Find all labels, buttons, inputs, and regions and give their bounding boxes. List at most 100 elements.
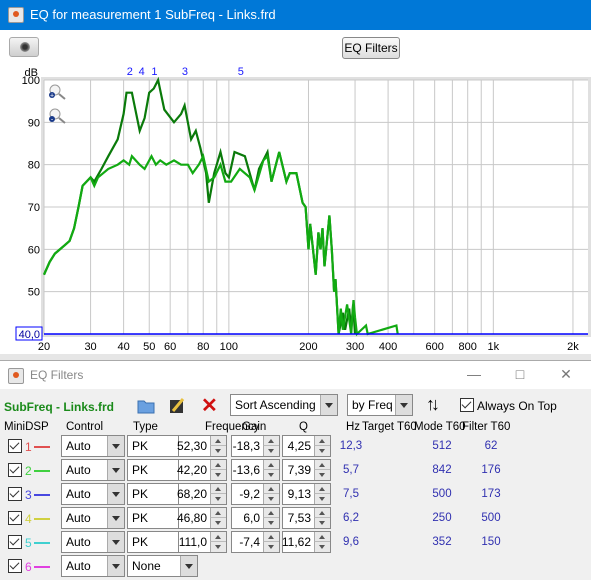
spinner-up-icon[interactable]: [210, 436, 226, 446]
spinner-up-icon[interactable]: [263, 436, 279, 446]
spinner-up-icon[interactable]: [314, 484, 330, 494]
q-spinner[interactable]: 4,25: [282, 435, 331, 457]
frequency-response-chart[interactable]: 100908070605040,0dB20 30 40 50 60 80 100 200 300…: [0, 60, 591, 354]
control-select[interactable]: Auto: [61, 435, 125, 457]
eq-filters-title: EQ Filters: [30, 368, 84, 382]
spinner-up-icon[interactable]: [314, 460, 330, 470]
spinner-up-icon[interactable]: [210, 484, 226, 494]
spinner-up-icon[interactable]: [210, 460, 226, 470]
type-select[interactable]: None: [127, 555, 198, 577]
y-axis-label: dB: [25, 67, 38, 79]
spinner-down-icon[interactable]: [314, 518, 330, 528]
spinner-down-icon[interactable]: [210, 446, 226, 456]
sort-icon[interactable]: ↑↓: [426, 394, 440, 415]
close-button[interactable]: ✕: [558, 366, 574, 382]
frequency-spinner[interactable]: 111,0: [178, 531, 227, 553]
frequency-spinner[interactable]: 42,20: [177, 459, 227, 481]
frequency-spinner[interactable]: 52,30: [177, 435, 227, 457]
mode-t60-value: 842: [432, 464, 452, 476]
filter-enabled-checkbox[interactable]: [8, 487, 22, 501]
y-tick-label: 80: [28, 160, 40, 172]
filter-marker: 4: [139, 66, 145, 78]
x-tick-label: 800: [459, 341, 477, 353]
control-select[interactable]: Auto: [61, 507, 125, 529]
control-select[interactable]: Auto: [61, 531, 125, 553]
frequency-spinner-value: 68,20: [176, 487, 207, 501]
edit-icon[interactable]: [169, 397, 185, 415]
spinner-down-icon[interactable]: [314, 470, 330, 480]
sort-order-select[interactable]: Sort Ascending: [230, 394, 338, 416]
spinner-up-icon[interactable]: [314, 508, 330, 518]
type-value: PK: [132, 487, 149, 501]
gain-spinner[interactable]: -9,2: [231, 483, 280, 505]
gain-spinner[interactable]: -13,6: [231, 459, 280, 481]
spinner-up-icon[interactable]: [263, 460, 279, 470]
spinner-down-icon[interactable]: [210, 518, 226, 528]
filter-enabled-checkbox[interactable]: [8, 439, 22, 453]
spinner-up-icon[interactable]: [314, 436, 330, 446]
control-select[interactable]: Auto: [61, 555, 125, 577]
x-tick-label: 300: [346, 341, 364, 353]
spinner-down-icon[interactable]: [210, 470, 226, 480]
filter-enabled-checkbox[interactable]: [8, 463, 22, 477]
q-spinner[interactable]: 9,13: [282, 483, 331, 505]
spinner-down-icon[interactable]: [263, 518, 279, 528]
frequency-spinner[interactable]: 46,80: [177, 507, 227, 529]
eq-filters-button[interactable]: EQ Filters: [342, 37, 400, 59]
filter-enabled-checkbox[interactable]: [8, 511, 22, 525]
spinner-down-icon[interactable]: [210, 542, 226, 552]
spinner-up-icon[interactable]: [314, 532, 330, 542]
spinner-up-icon[interactable]: [263, 508, 279, 518]
x-tick-label: 1k: [488, 341, 500, 353]
filter-enabled-checkbox[interactable]: [8, 535, 22, 549]
filter-color-swatch: [34, 566, 50, 568]
spinner-down-icon[interactable]: [314, 542, 330, 552]
control-select[interactable]: Auto: [61, 459, 125, 481]
spinner-down-icon[interactable]: [314, 494, 330, 504]
spinner-down-icon[interactable]: [263, 494, 279, 504]
maximize-button[interactable]: □: [512, 366, 528, 382]
filter-number: 3: [25, 488, 32, 502]
spinner-up-icon[interactable]: [263, 484, 279, 494]
delete-icon[interactable]: ✕: [201, 393, 218, 418]
y-tick-label: 40,0: [19, 329, 40, 341]
filter-number: 2: [25, 464, 32, 478]
hz-value: 5,7: [343, 464, 359, 476]
header-filter-t60: Filter T60: [462, 421, 511, 433]
spinner-down-icon[interactable]: [263, 446, 279, 456]
spinner-up-icon[interactable]: [210, 532, 226, 542]
folder-icon[interactable]: [137, 398, 155, 414]
y-tick-label: 50: [28, 287, 40, 299]
sort-by-select[interactable]: by Freq: [347, 394, 413, 416]
x-tick-label: 50: [143, 341, 155, 353]
sort-by-value: by Freq: [352, 398, 393, 412]
spinner-down-icon[interactable]: [210, 494, 226, 504]
spinner-up-icon[interactable]: [210, 508, 226, 518]
filter-enabled-checkbox[interactable]: [8, 559, 22, 573]
always-on-top-checkbox[interactable]: [460, 398, 474, 412]
control-value: Auto: [66, 439, 91, 453]
x-tick-label: 400: [379, 341, 397, 353]
gain-spinner[interactable]: 6,0: [231, 507, 280, 529]
header-hz: Hz: [346, 421, 361, 433]
filter-color-swatch: [34, 494, 50, 496]
gain-spinner[interactable]: -7,4: [231, 531, 280, 553]
q-spinner[interactable]: 7,39: [282, 459, 331, 481]
minimize-button[interactable]: —: [466, 366, 482, 382]
q-spinner-value: 4,25: [287, 439, 311, 453]
gain-spinner[interactable]: -18,3: [231, 435, 280, 457]
frequency-spinner[interactable]: 68,20: [176, 483, 227, 505]
type-value: PK: [132, 511, 149, 525]
eq-filters-titlebar: EQ Filters — □ ✕: [0, 361, 591, 389]
control-value: Auto: [66, 535, 91, 549]
spinner-down-icon[interactable]: [263, 470, 279, 480]
control-select[interactable]: Auto: [61, 483, 125, 505]
q-spinner[interactable]: 7,53: [282, 507, 331, 529]
q-spinner[interactable]: 11,62: [282, 531, 331, 553]
spinner-down-icon[interactable]: [314, 446, 330, 456]
spinner-up-icon[interactable]: [263, 532, 279, 542]
chevron-down-icon: [320, 395, 337, 415]
camera-icon[interactable]: [9, 37, 39, 57]
chevron-down-icon: [395, 395, 412, 415]
spinner-down-icon[interactable]: [263, 542, 279, 552]
